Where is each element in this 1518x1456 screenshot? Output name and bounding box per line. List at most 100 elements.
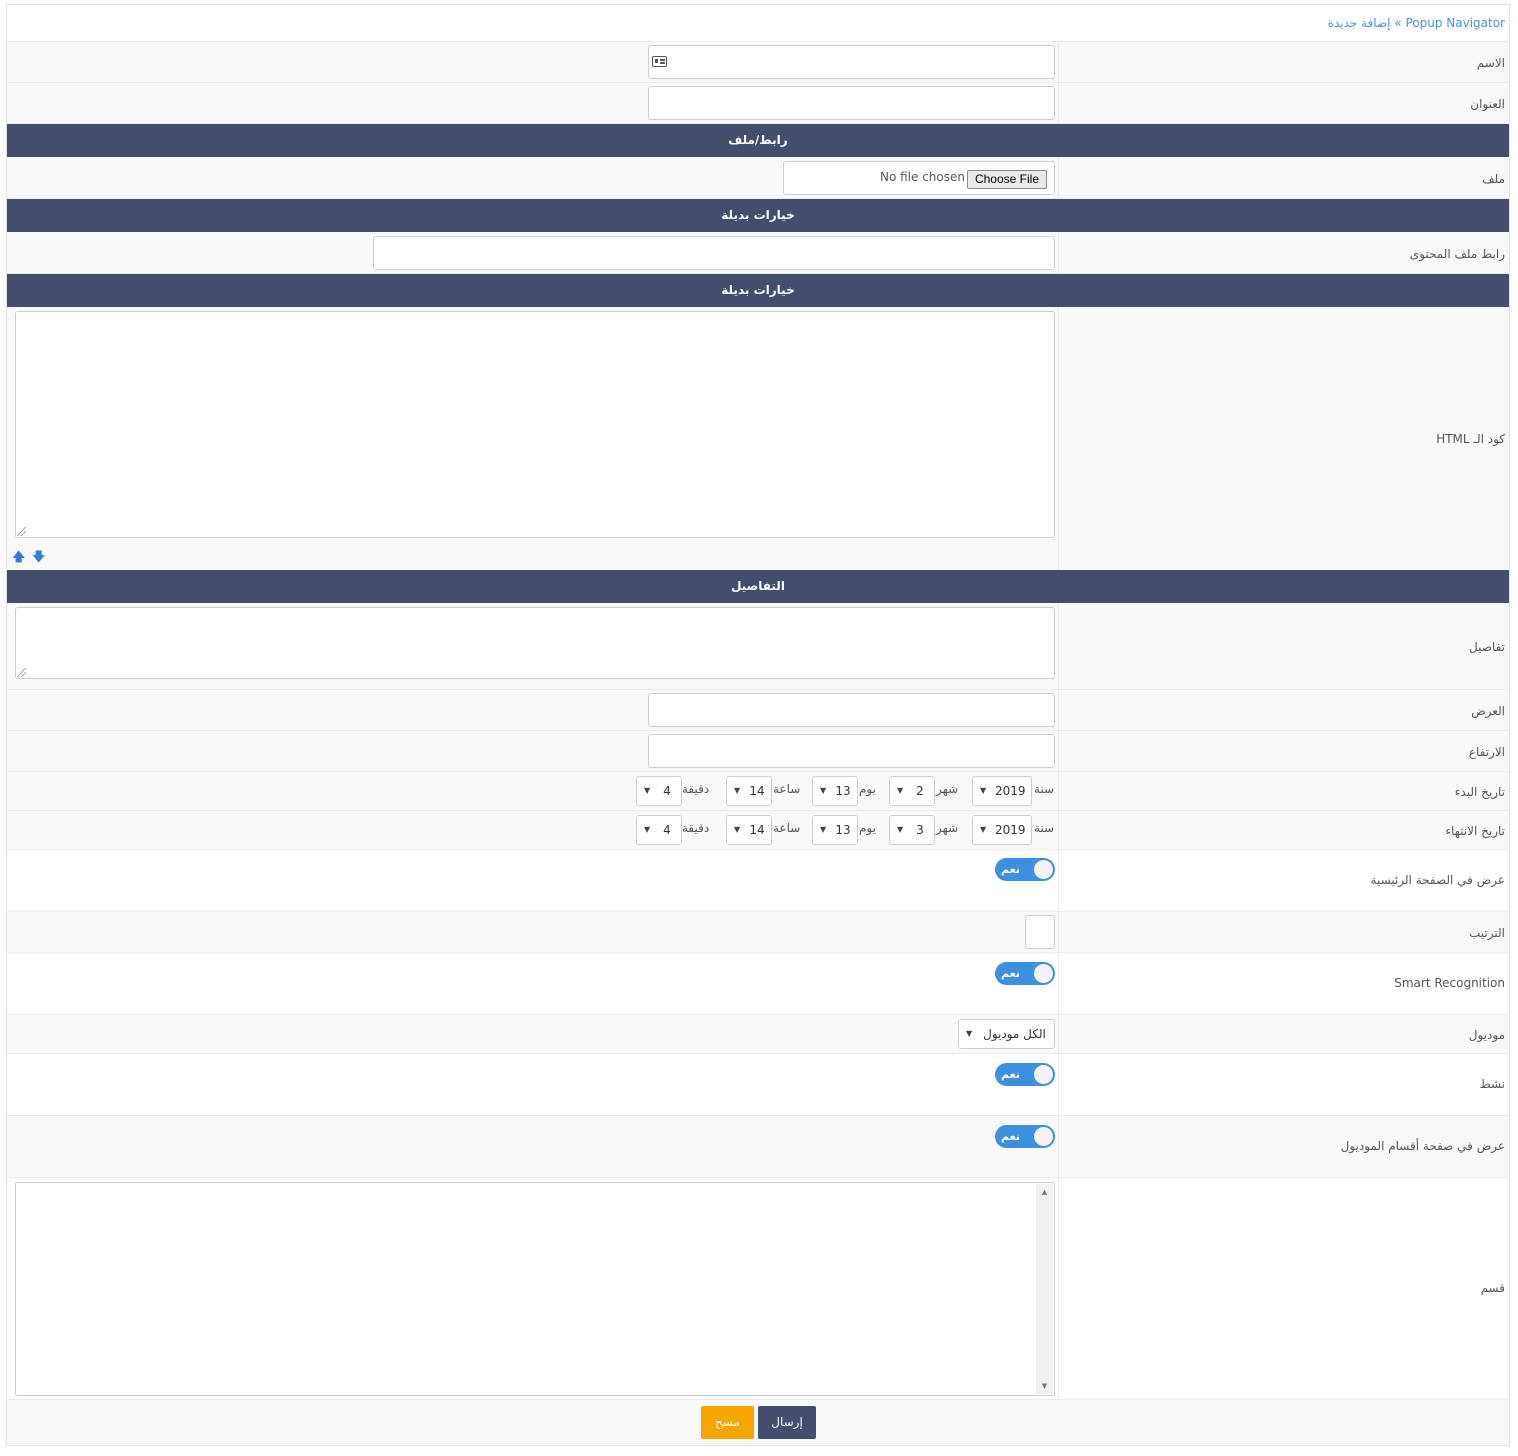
chevron-down-icon: ▼ — [644, 825, 651, 834]
month-label: شهر — [936, 782, 959, 796]
chevron-down-icon: ▼ — [734, 825, 741, 834]
html-code-textarea[interactable] — [15, 311, 1055, 538]
start-date-label: تاريخ البدء — [1454, 785, 1505, 799]
chevron-down-icon: ▼ — [734, 786, 741, 795]
resize-grip-icon[interactable] — [17, 668, 26, 677]
breadcrumb-row: Popup Navigator » إضافة جديدة — [7, 5, 1509, 42]
file-row: ملف Choose File No file chosen — [7, 157, 1509, 199]
order-input[interactable] — [1025, 915, 1055, 949]
breadcrumb-separator: » — [1394, 16, 1402, 30]
file-input[interactable]: Choose File No file chosen — [783, 161, 1055, 195]
show-on-home-toggle[interactable]: نعم — [995, 858, 1055, 881]
active-toggle[interactable]: نعم — [995, 1063, 1055, 1086]
toggle-text: نعم — [1001, 1130, 1020, 1143]
details-row: تفاصيل — [7, 603, 1509, 690]
scroll-up-icon[interactable]: ▲ — [1036, 1185, 1053, 1199]
section-link-file: رابط/ملف — [7, 124, 1509, 157]
year-label: سنة — [1034, 782, 1055, 796]
end-year-select[interactable]: ▼ 2019 — [972, 815, 1032, 845]
toggle-knob — [1034, 1127, 1053, 1146]
toggle-text: نعم — [1001, 1068, 1020, 1081]
toggle-knob — [1034, 1065, 1053, 1084]
scrollbar[interactable]: ▲ ▼ — [1036, 1184, 1053, 1394]
toggle-text: نعم — [1001, 863, 1020, 876]
month-label: شهر — [936, 821, 959, 835]
content-url-input[interactable] — [373, 236, 1055, 270]
file-status: No file chosen — [879, 170, 965, 184]
end-date-row: تاريخ الانتهاء سنة ▼ 2019 شهر ▼ 3 يوم ▼ 13 … — [7, 811, 1509, 850]
start-hour-select[interactable]: ▼ 14 — [726, 776, 772, 806]
html-code-row: كود الـ HTML 🡅 🡇 — [7, 307, 1509, 571]
show-on-module-categories-toggle[interactable]: نعم — [995, 1125, 1055, 1148]
end-minute-select[interactable]: ▼ 4 — [636, 815, 682, 845]
toggle-knob — [1034, 860, 1053, 879]
show-on-module-categories-label: عرض في صفحة أقسام الموديول — [1340, 1139, 1505, 1153]
content-url-row: رابط ملف المحتوى — [7, 232, 1509, 274]
breadcrumb-module-link[interactable]: Popup Navigator — [1405, 16, 1505, 30]
file-label: ملف — [1482, 172, 1505, 186]
form-container: Popup Navigator » إضافة جديدة الاسم العن… — [6, 4, 1510, 1446]
end-month-select[interactable]: ▼ 3 — [889, 815, 935, 845]
start-minute-select[interactable]: ▼ 4 — [636, 776, 682, 806]
hour-label: ساعة — [773, 821, 801, 835]
width-input[interactable] — [648, 693, 1055, 727]
minute-label: دقيقة — [682, 782, 710, 796]
year-label: سنة — [1034, 821, 1055, 835]
start-month-select[interactable]: ▼ 2 — [889, 776, 935, 806]
arrow-up-icon[interactable]: 🡅 — [12, 551, 25, 565]
height-input[interactable] — [648, 734, 1055, 768]
category-listbox[interactable]: ▲ ▼ — [15, 1182, 1055, 1396]
resize-grip-icon[interactable] — [17, 527, 26, 536]
choose-file-button[interactable]: Choose File — [966, 170, 1047, 189]
active-row: نشط نعم — [7, 1054, 1509, 1116]
category-row: قسم ▲ ▼ — [7, 1178, 1509, 1400]
title-input[interactable] — [648, 86, 1055, 120]
arrow-down-icon[interactable]: 🡇 — [32, 551, 45, 565]
smart-recognition-toggle[interactable]: نعم — [995, 962, 1055, 985]
section-alternatives-2: خيارات بديلة — [7, 274, 1509, 307]
content-url-label: رابط ملف المحتوى — [1409, 247, 1505, 261]
start-date-row: تاريخ البدء سنة ▼ 2019 شهر ▼ 2 يوم ▼ 13 ساع… — [7, 772, 1509, 811]
submit-button[interactable]: إرسال — [758, 1406, 816, 1439]
start-day-select[interactable]: ▼ 13 — [812, 776, 858, 806]
chevron-down-icon: ▼ — [820, 786, 827, 795]
show-on-home-label: عرض في الصفحة الرئيسية — [1370, 873, 1505, 887]
name-input[interactable] — [648, 45, 1055, 79]
start-year-select[interactable]: ▼ 2019 — [972, 776, 1032, 806]
toggle-text: نعم — [1001, 967, 1020, 980]
minute-label: دقيقة — [682, 821, 710, 835]
module-row: موديول ▼ الكل موديول — [7, 1015, 1509, 1054]
name-label: الاسم — [1476, 56, 1505, 70]
contact-card-icon[interactable] — [652, 56, 667, 67]
end-day-select[interactable]: ▼ 13 — [812, 815, 858, 845]
smart-recognition-row: Smart Recognition نعم — [7, 953, 1509, 1015]
section-alternatives-1: خيارات بديلة — [7, 199, 1509, 232]
end-hour-select[interactable]: ▼ 14 — [726, 815, 772, 845]
module-label: موديول — [1468, 1028, 1505, 1042]
order-row: الترتيب — [7, 912, 1509, 953]
width-label: العرض — [1471, 704, 1505, 718]
height-row: الارتفاع — [7, 731, 1509, 772]
breadcrumb: Popup Navigator » إضافة جديدة — [1328, 5, 1505, 42]
actions-row: إرسال مسح — [7, 1400, 1509, 1445]
scroll-down-icon[interactable]: ▼ — [1036, 1379, 1053, 1393]
hour-label: ساعة — [773, 782, 801, 796]
toggle-knob — [1034, 964, 1053, 983]
name-row: الاسم — [7, 42, 1509, 83]
title-label: العنوان — [1470, 97, 1505, 111]
chevron-down-icon: ▼ — [820, 825, 827, 834]
chevron-down-icon: ▼ — [897, 825, 904, 834]
show-on-home-row: عرض في الصفحة الرئيسية نعم — [7, 850, 1509, 912]
reset-button[interactable]: مسح — [701, 1406, 754, 1439]
breadcrumb-current-link[interactable]: إضافة جديدة — [1328, 16, 1391, 30]
chevron-down-icon: ▼ — [644, 786, 651, 795]
active-label: نشط — [1479, 1077, 1505, 1091]
smart-recognition-label: Smart Recognition — [1394, 976, 1505, 990]
chevron-down-icon: ▼ — [980, 786, 987, 795]
chevron-down-icon: ▼ — [966, 1029, 973, 1038]
chevron-down-icon: ▼ — [897, 786, 904, 795]
section-details: التفاصيل — [7, 570, 1509, 603]
module-select[interactable]: ▼ الكل موديول — [958, 1019, 1055, 1049]
html-code-label: كود الـ HTML — [1436, 432, 1505, 446]
details-textarea[interactable] — [15, 607, 1055, 679]
